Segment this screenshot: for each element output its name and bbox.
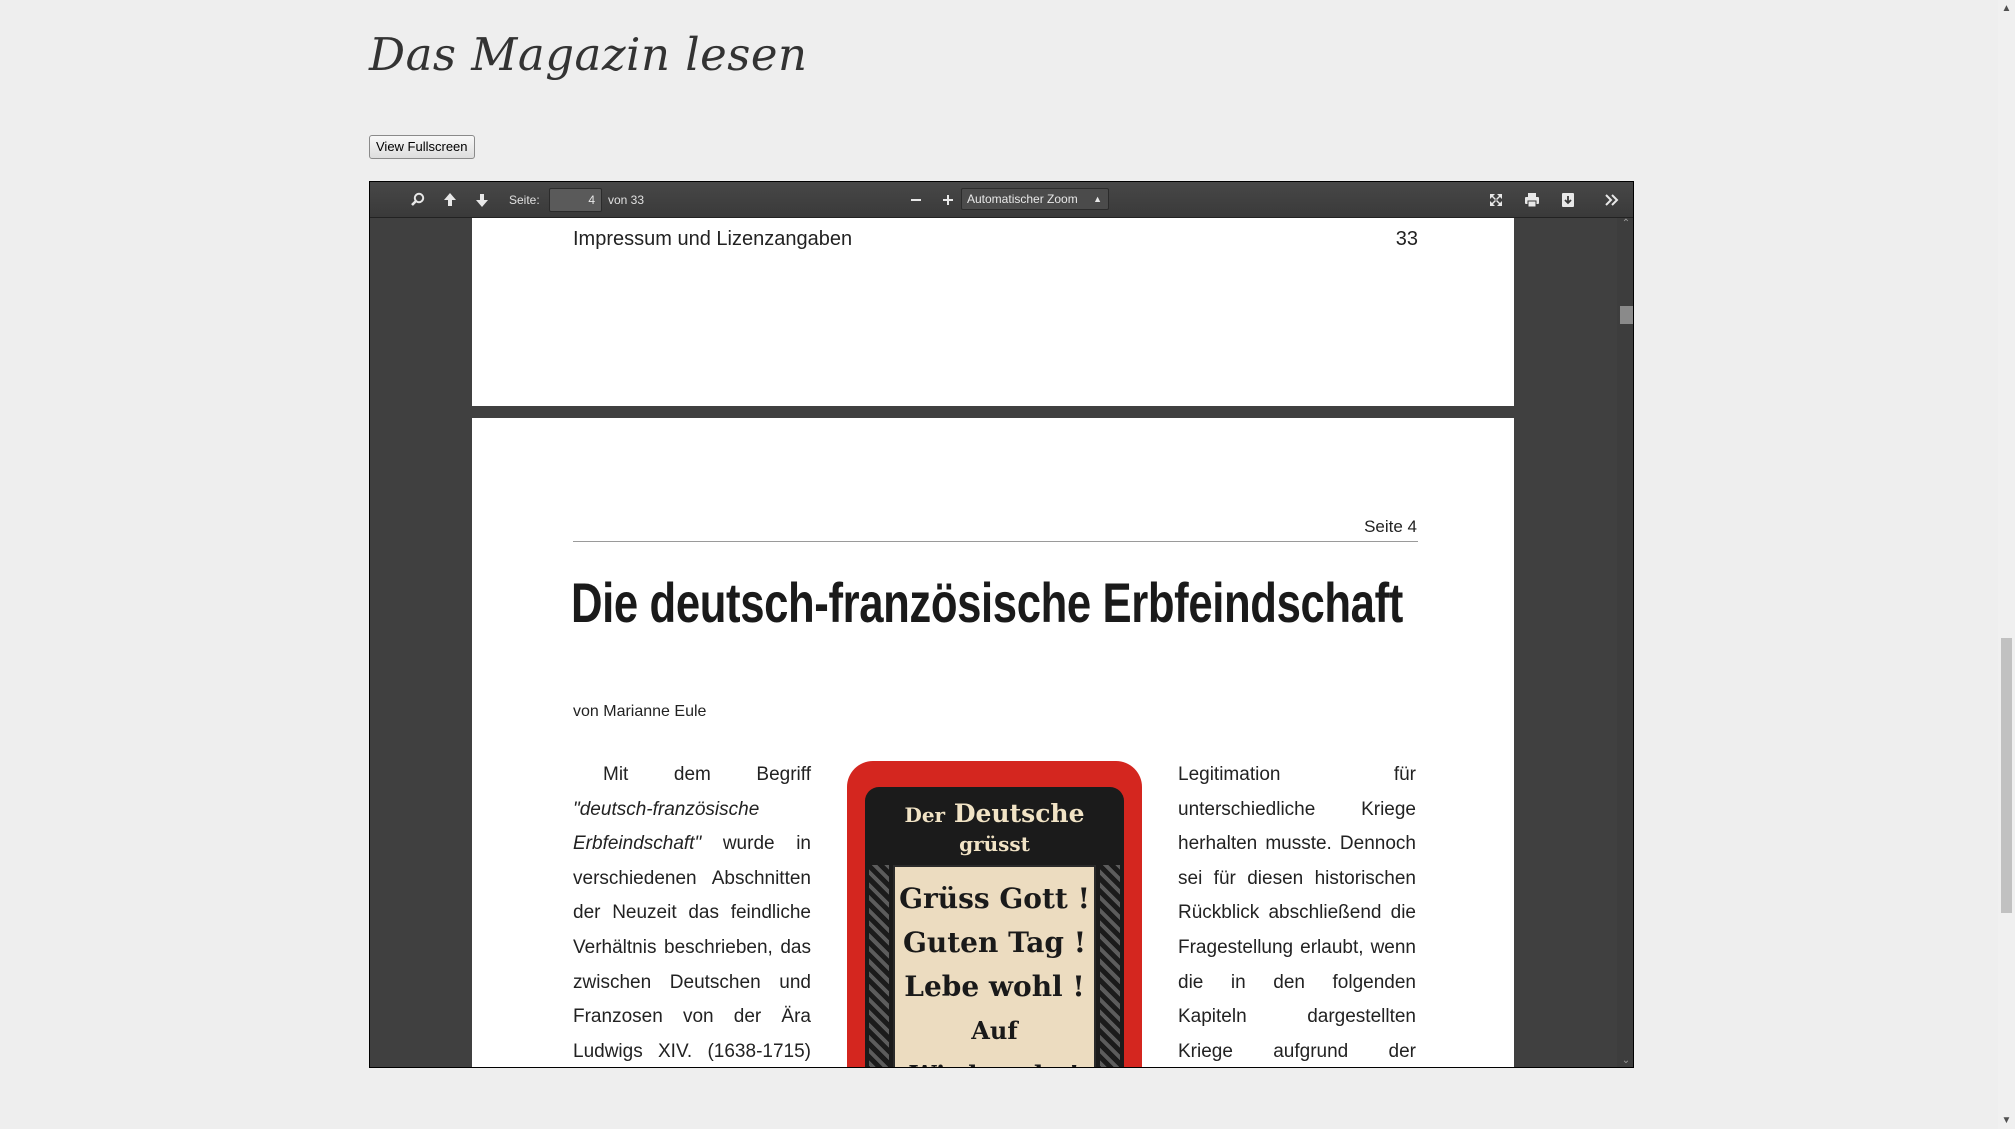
chevron-updown-icon: ▲ xyxy=(1093,194,1102,204)
toc-entry-label: Impressum und Lizenzangaben xyxy=(573,228,853,250)
greeting-line: Grüss Gott ! xyxy=(899,882,1090,915)
paragraph-body: Legitimation für unterschiedliche Kriege… xyxy=(1178,764,1416,1062)
decorative-border xyxy=(1100,865,1120,1067)
print-icon[interactable] xyxy=(1523,190,1541,210)
document-area[interactable]: Impressum und Lizenzangaben 33 Seite 4 D… xyxy=(370,218,1633,1067)
zoom-select[interactable]: Automatischer Zoom ▲ xyxy=(961,188,1109,210)
toc-entry[interactable]: Impressum und Lizenzangaben 33 xyxy=(573,228,1418,251)
article-title: Die deutsch-französische Erbfeindschaft xyxy=(571,571,1403,634)
greeting-line: Lebe wohl ! xyxy=(904,970,1085,1003)
greeting-line: Guten Tag ! xyxy=(902,926,1087,959)
fullscreen-icon[interactable] xyxy=(1488,190,1504,210)
pdf-page-3: Impressum und Lizenzangaben 33 xyxy=(472,218,1514,406)
text-column-left: Mit dem Begriff "deutsch-französische Er… xyxy=(573,758,811,1067)
document-scrollbar[interactable]: ⌃ ⌄ xyxy=(1617,218,1633,1067)
paragraph-body: wurde in verschiedenen Abschnitten der N… xyxy=(573,833,811,1062)
pdf-viewer: Seite: von 33 Automatischer Zoom ▲ Imp xyxy=(369,181,1634,1068)
scroll-up-arrow-icon[interactable]: ▲ xyxy=(1998,0,2015,17)
download-icon[interactable] xyxy=(1560,190,1576,210)
toc-entry-page: 33 xyxy=(1395,228,1418,250)
decorative-border xyxy=(869,865,889,1067)
text-column-right: Legitimation für unterschiedliche Kriege… xyxy=(1178,758,1416,1067)
document-scroll-thumb[interactable] xyxy=(1620,306,1633,324)
search-icon[interactable] xyxy=(410,190,426,210)
article-author: von Marianne Eule xyxy=(573,703,707,720)
chevron-up-icon[interactable]: ⌃ xyxy=(1617,218,1633,232)
page-scroll-thumb[interactable] xyxy=(2001,638,2012,913)
pdf-page-4: Seite 4 Die deutsch-französische Erbfein… xyxy=(472,418,1514,1067)
page-header-label: Seite 4 xyxy=(1364,517,1417,536)
page-title: Das Magazin lesen xyxy=(369,28,808,81)
view-fullscreen-button[interactable]: View Fullscreen xyxy=(369,135,475,159)
arrow-down-icon[interactable] xyxy=(474,190,490,210)
double-chevron-right-icon[interactable] xyxy=(1603,190,1621,210)
page-scrollbar[interactable]: ▲ ▼ xyxy=(1998,0,2015,1129)
page-number-label: Seite: xyxy=(509,193,540,207)
page-number-input[interactable] xyxy=(549,188,602,212)
page-count-label: von 33 xyxy=(608,193,645,207)
arrow-up-icon[interactable] xyxy=(442,190,458,210)
postcard-greetings: Grüss Gott ! Guten Tag ! Lebe wohl ! Auf… xyxy=(893,865,1096,1067)
chevron-down-icon[interactable]: ⌄ xyxy=(1617,1055,1633,1067)
paragraph-lead: Mit dem Begriff xyxy=(603,764,811,785)
zoom-select-value: Automatischer Zoom xyxy=(967,192,1078,206)
postcard-header: Der Deutsche grüsst xyxy=(904,799,1085,856)
greeting-line: Auf Wiedersehn! xyxy=(910,1016,1080,1067)
scroll-down-arrow-icon[interactable]: ▼ xyxy=(1998,1112,2015,1129)
postcard-image: Der Deutsche grüsst Grüss Gott ! Guten T… xyxy=(847,761,1142,1067)
header-divider xyxy=(573,541,1418,542)
plus-icon[interactable] xyxy=(941,190,955,210)
minus-icon[interactable] xyxy=(909,190,923,210)
pdf-toolbar: Seite: von 33 Automatischer Zoom ▲ xyxy=(370,182,1633,218)
